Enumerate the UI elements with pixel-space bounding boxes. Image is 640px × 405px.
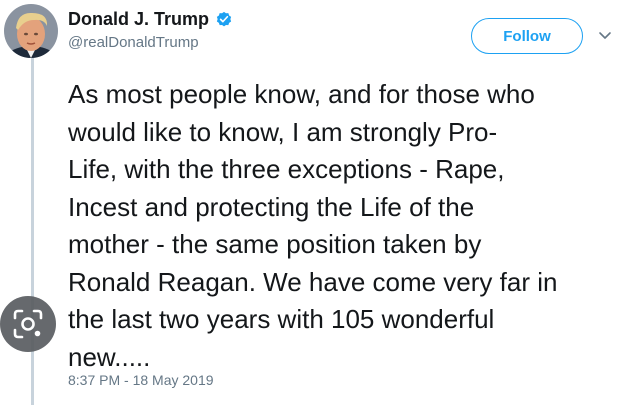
- name-row: Donald J. Trump: [68, 8, 233, 30]
- tweet-header: Donald J. Trump @realDonaldTrump: [68, 8, 233, 51]
- avatar-portrait: [4, 4, 58, 58]
- display-name[interactable]: Donald J. Trump: [68, 9, 209, 30]
- user-handle[interactable]: @realDonaldTrump: [68, 34, 233, 51]
- tweet-text: As most people know, and for those who w…: [68, 79, 558, 372]
- chevron-down-icon[interactable]: [596, 26, 614, 44]
- follow-button[interactable]: Follow: [471, 18, 583, 54]
- visual-search-lens-button[interactable]: [0, 296, 56, 352]
- verified-badge-icon: [215, 10, 233, 28]
- visual-search-lens-icon: [13, 309, 43, 339]
- tweet-screenshot: Donald J. Trump @realDonaldTrump Follow …: [0, 0, 640, 405]
- avatar[interactable]: [4, 4, 58, 58]
- thread-line: [31, 58, 34, 405]
- tweet-timestamp[interactable]: 8:37 PM - 18 May 2019: [68, 372, 214, 388]
